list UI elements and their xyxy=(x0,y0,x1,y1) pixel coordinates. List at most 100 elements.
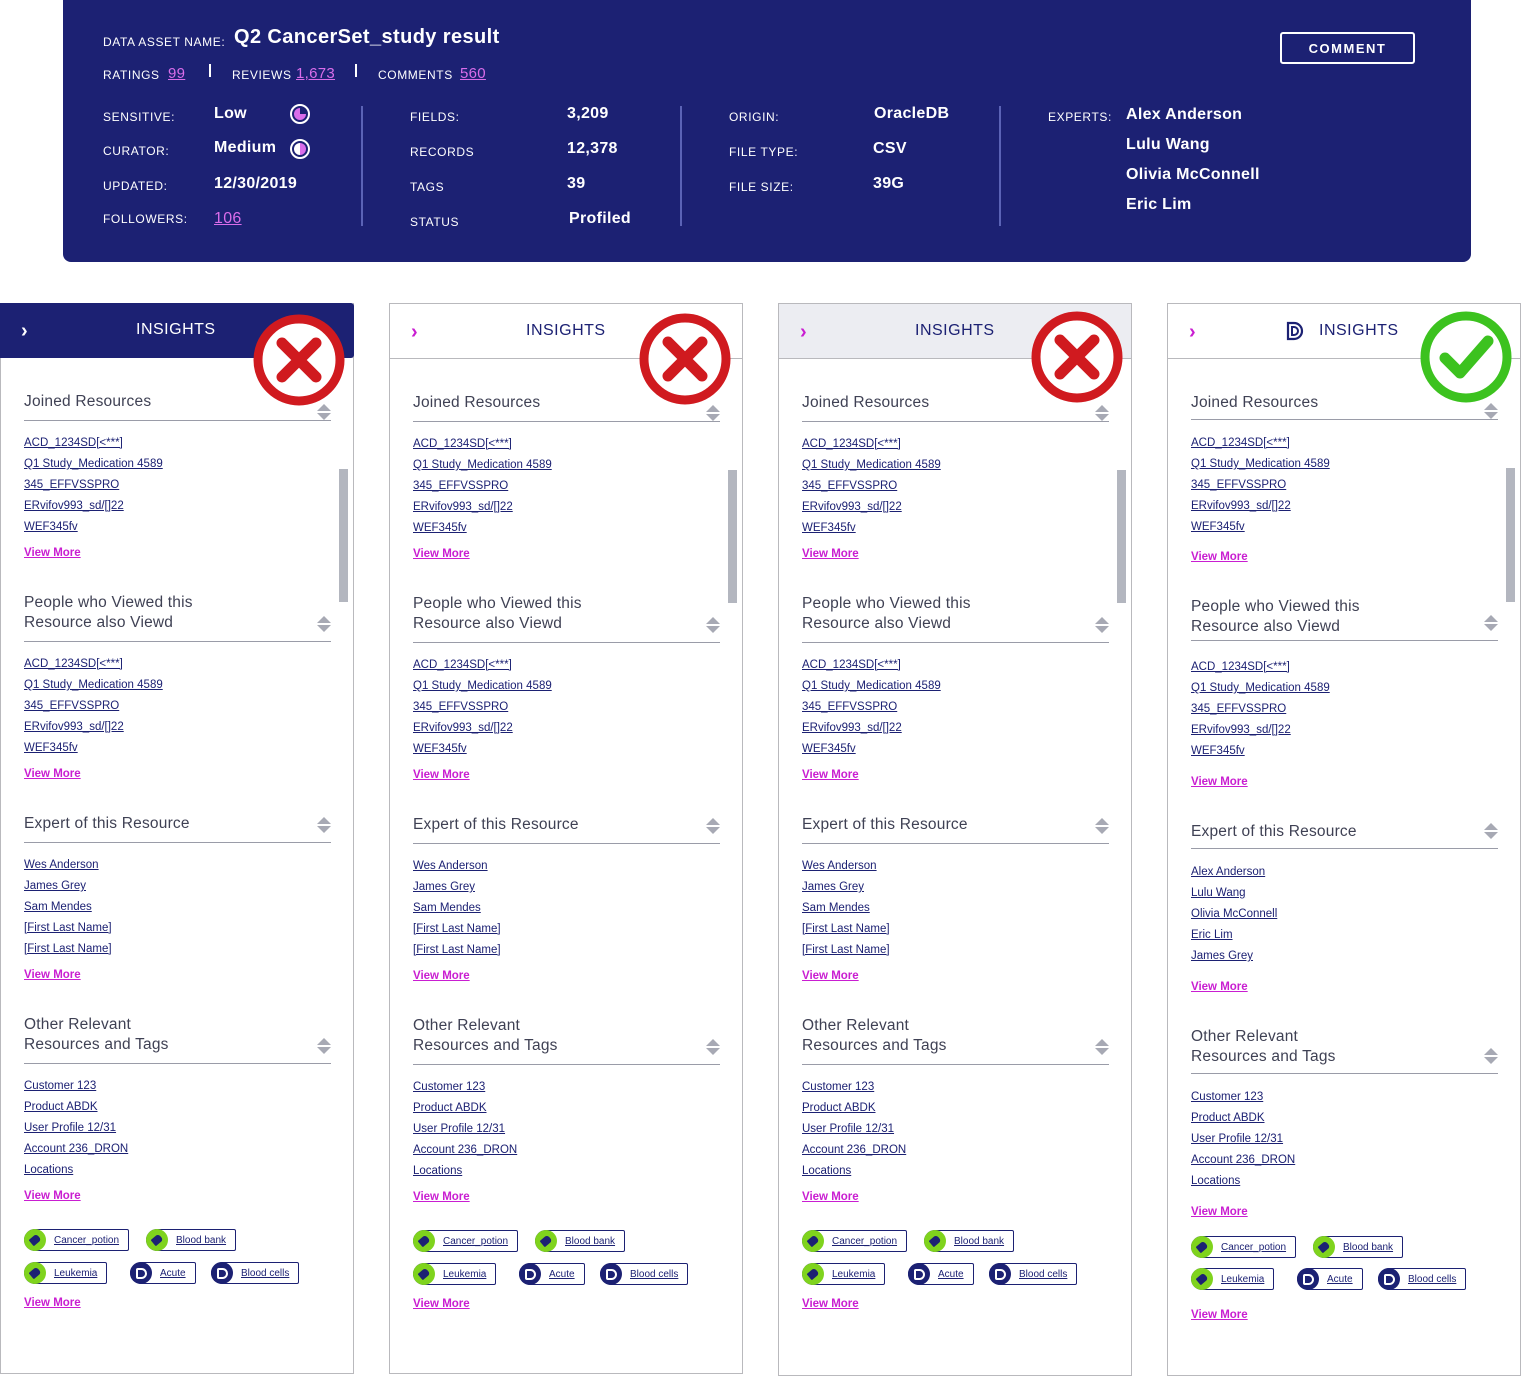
view-more-link[interactable]: View More xyxy=(802,1191,859,1203)
resource-link[interactable]: ACD_1234SD[<***] xyxy=(413,438,512,450)
resource-link[interactable]: WEF345fv xyxy=(1191,745,1245,757)
resource-link[interactable]: ACD_1234SD[<***] xyxy=(1191,661,1290,673)
sort-arrows-icon[interactable] xyxy=(1095,405,1109,421)
resource-link[interactable]: Q1 Study_Medication 4589 xyxy=(802,459,941,471)
sort-arrows-icon[interactable] xyxy=(706,818,720,834)
view-more-link[interactable]: View More xyxy=(413,769,470,781)
tag-chip[interactable]: Blood cells xyxy=(211,1262,300,1284)
view-more-link[interactable]: View More xyxy=(1191,1206,1248,1218)
view-more-link[interactable]: View More xyxy=(802,769,859,781)
scrollbar-thumb[interactable] xyxy=(728,470,737,603)
view-more-link[interactable]: View More xyxy=(802,1298,859,1310)
view-more-link[interactable]: View More xyxy=(802,970,859,982)
resource-link[interactable]: Locations xyxy=(413,1165,462,1177)
view-more-link[interactable]: View More xyxy=(24,969,81,981)
resource-link[interactable]: Locations xyxy=(1191,1175,1240,1187)
view-more-link[interactable]: View More xyxy=(1191,551,1248,563)
sort-arrows-icon[interactable] xyxy=(317,404,331,420)
resource-link[interactable]: Locations xyxy=(24,1164,73,1176)
resource-link[interactable]: Alex Anderson xyxy=(1191,866,1265,878)
resource-link[interactable]: 345_EFFVSSPRO xyxy=(24,479,119,491)
resource-link[interactable]: WEF345fv xyxy=(802,743,856,755)
resource-link[interactable]: [First Last Name] xyxy=(413,944,501,956)
chevron-right-icon[interactable]: › xyxy=(411,321,418,344)
resource-link[interactable]: [First Last Name] xyxy=(24,922,112,934)
resource-link[interactable]: Q1 Study_Medication 4589 xyxy=(1191,458,1330,470)
resource-link[interactable]: James Grey xyxy=(413,881,475,893)
tag-chip[interactable]: Blood cells xyxy=(1378,1268,1467,1290)
resource-link[interactable]: Sam Mendes xyxy=(24,901,92,913)
resource-link[interactable]: Sam Mendes xyxy=(802,902,870,914)
resource-link[interactable]: Customer 123 xyxy=(1191,1091,1263,1103)
tag-chip[interactable]: Leukemia xyxy=(802,1263,886,1285)
resource-link[interactable]: Account 236_DRON xyxy=(802,1144,906,1156)
chevron-right-icon[interactable]: › xyxy=(21,320,28,343)
tag-chip[interactable]: Cancer_potion xyxy=(413,1230,519,1252)
sort-arrows-icon[interactable] xyxy=(1484,403,1498,419)
resource-link[interactable]: Customer 123 xyxy=(413,1081,485,1093)
tag-chip[interactable]: Acute xyxy=(1297,1268,1363,1290)
resource-link[interactable]: ACD_1234SD[<***] xyxy=(24,658,123,670)
ratings-link[interactable]: 99 xyxy=(168,65,185,82)
tag-chip[interactable]: Blood cells xyxy=(989,1263,1078,1285)
resource-link[interactable]: ERvifov993_sd/[]22 xyxy=(1191,500,1291,512)
tag-chip[interactable]: Blood cells xyxy=(600,1263,689,1285)
tag-chip[interactable]: Cancer_potion xyxy=(24,1229,130,1251)
view-more-link[interactable]: View More xyxy=(413,1191,470,1203)
tag-chip[interactable]: Cancer_potion xyxy=(802,1230,908,1252)
view-more-link[interactable]: View More xyxy=(413,970,470,982)
sort-arrows-icon[interactable] xyxy=(317,616,331,632)
resource-link[interactable]: Account 236_DRON xyxy=(24,1143,128,1155)
view-more-link[interactable]: View More xyxy=(413,548,470,560)
resource-link[interactable]: User Profile 12/31 xyxy=(802,1123,894,1135)
comment-button[interactable]: COMMENT xyxy=(1280,32,1415,64)
resource-link[interactable]: ERvifov993_sd/[]22 xyxy=(413,722,513,734)
tag-chip[interactable]: Acute xyxy=(908,1263,974,1285)
resource-link[interactable]: Eric Lim xyxy=(1191,929,1233,941)
resource-link[interactable]: 345_EFFVSSPRO xyxy=(802,480,897,492)
resource-link[interactable]: 345_EFFVSSPRO xyxy=(413,480,508,492)
tag-chip[interactable]: Leukemia xyxy=(24,1262,108,1284)
resource-link[interactable]: 345_EFFVSSPRO xyxy=(24,700,119,712)
view-more-link[interactable]: View More xyxy=(24,547,81,559)
chevron-right-icon[interactable]: › xyxy=(800,321,807,344)
resource-link[interactable]: WEF345fv xyxy=(24,742,78,754)
resource-link[interactable]: Customer 123 xyxy=(802,1081,874,1093)
tag-chip[interactable]: Blood bank xyxy=(1313,1236,1404,1258)
resource-link[interactable]: User Profile 12/31 xyxy=(413,1123,505,1135)
tag-chip[interactable]: Acute xyxy=(130,1262,196,1284)
resource-link[interactable]: Q1 Study_Medication 4589 xyxy=(24,679,163,691)
reviews-link[interactable]: 1,673 xyxy=(296,65,335,82)
resource-link[interactable]: James Grey xyxy=(24,880,86,892)
resource-link[interactable]: ERvifov993_sd/[]22 xyxy=(1191,724,1291,736)
resource-link[interactable]: ERvifov993_sd/[]22 xyxy=(24,721,124,733)
resource-link[interactable]: ACD_1234SD[<***] xyxy=(24,437,123,449)
tag-chip[interactable]: Blood bank xyxy=(924,1230,1015,1252)
resource-link[interactable]: Q1 Study_Medication 4589 xyxy=(413,680,552,692)
view-more-link[interactable]: View More xyxy=(24,1297,81,1309)
tag-chip[interactable]: Blood bank xyxy=(146,1229,237,1251)
tag-chip[interactable]: Acute xyxy=(519,1263,585,1285)
view-more-link[interactable]: View More xyxy=(1191,1309,1248,1321)
sort-arrows-icon[interactable] xyxy=(317,1038,331,1054)
view-more-link[interactable]: View More xyxy=(413,1298,470,1310)
resource-link[interactable]: ACD_1234SD[<***] xyxy=(802,438,901,450)
resource-link[interactable]: Q1 Study_Medication 4589 xyxy=(24,458,163,470)
view-more-link[interactable]: View More xyxy=(24,768,81,780)
sort-arrows-icon[interactable] xyxy=(1484,823,1498,839)
sort-arrows-icon[interactable] xyxy=(317,817,331,833)
resource-link[interactable]: Product ABDK xyxy=(413,1102,487,1114)
resource-link[interactable]: ACD_1234SD[<***] xyxy=(1191,437,1290,449)
resource-link[interactable]: WEF345fv xyxy=(413,522,467,534)
resource-link[interactable]: Wes Anderson xyxy=(802,860,877,872)
resource-link[interactable]: Q1 Study_Medication 4589 xyxy=(802,680,941,692)
resource-link[interactable]: Account 236_DRON xyxy=(1191,1154,1295,1166)
resource-link[interactable]: Q1 Study_Medication 4589 xyxy=(1191,682,1330,694)
view-more-link[interactable]: View More xyxy=(24,1190,81,1202)
resource-link[interactable]: 345_EFFVSSPRO xyxy=(802,701,897,713)
resource-link[interactable]: James Grey xyxy=(802,881,864,893)
view-more-link[interactable]: View More xyxy=(1191,981,1248,993)
resource-link[interactable]: WEF345fv xyxy=(802,522,856,534)
resource-link[interactable]: Customer 123 xyxy=(24,1080,96,1092)
resource-link[interactable]: Q1 Study_Medication 4589 xyxy=(413,459,552,471)
